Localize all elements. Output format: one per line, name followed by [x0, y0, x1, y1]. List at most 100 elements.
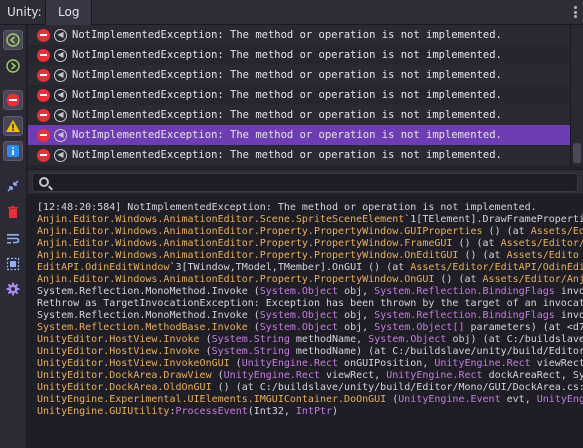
stack-trace-segment[interactable]: Assets/Editor/EditAPI/OdinEdit	[410, 262, 583, 273]
settings-button[interactable]	[3, 279, 23, 299]
log-entry[interactable]: ◀ NotImplementedException: The method or …	[28, 25, 570, 45]
stack-trace-segment[interactable]: Assets/Ed	[531, 226, 583, 237]
stack-trace-line: UnityEditor.DockArea.DrawView (UnityEngi…	[37, 370, 583, 382]
stack-trace-line: UnityEngine.GUIUtility:ProcessEvent(Int3…	[37, 406, 583, 418]
entries-scrollbar-thumb[interactable]	[573, 143, 581, 163]
stack-trace-segment: System.Object	[259, 322, 339, 333]
jump-to-source-icon[interactable]: ◀	[54, 88, 67, 102]
stack-trace-segment: viewRect,	[319, 370, 387, 381]
stack-trace-segment: (	[199, 334, 212, 345]
stack-trace-segment: viewRect	[530, 358, 583, 369]
search-field[interactable]	[32, 173, 578, 192]
stack-trace-segment: `3[TWindow,TModel,TMember].OnGUI () (at	[169, 262, 411, 273]
stack-trace-segment: obj,	[338, 310, 375, 321]
stack-trace-segment: Anjin.Editor.Windows.AnimationEditor.Sce…	[37, 214, 405, 225]
window-title: Unity:	[7, 5, 42, 19]
log-entry[interactable]: ◀ NotImplementedException: The method or …	[28, 105, 570, 125]
jump-to-source-icon[interactable]: ◀	[54, 148, 67, 162]
jump-to-source-icon[interactable]: ◀	[54, 48, 67, 62]
stack-trace-segment: System.Reflection.MonoMethod.Invoke (	[37, 310, 260, 321]
wrap-button[interactable]	[3, 228, 23, 248]
stack-trace-segment: UnityEngine.Experimental.UIElements.IMGU…	[37, 394, 387, 405]
log-entry[interactable]: ◀ NotImplementedException: The method or …	[28, 85, 570, 105]
jump-to-source-icon[interactable]: ◀	[54, 28, 67, 42]
stack-trace-segment: (Int32,	[247, 406, 296, 417]
toggle-errors-button[interactable]	[3, 90, 23, 110]
stack-trace-segment[interactable]: Assets/Editor/Anj	[483, 274, 583, 285]
collapse-icon	[7, 180, 19, 192]
entries-scrollbar[interactable]	[570, 25, 583, 166]
stack-trace-segment: ProcessEvent	[175, 406, 248, 417]
forward-button[interactable]	[3, 56, 23, 76]
log-entry[interactable]: ◀ NotImplementedException: The method or …	[28, 45, 570, 65]
search-input[interactable]	[55, 175, 570, 190]
stack-trace-segment: parameters) (at <d7	[464, 322, 583, 333]
stack-trace-segment: () (at	[434, 274, 483, 285]
tab-log[interactable]: Log	[45, 0, 93, 25]
more-menu-icon[interactable]	[571, 4, 579, 20]
stack-trace-segment: System.Object	[259, 286, 339, 297]
stack-trace-segment: UnityEditor.HostView.InvokeOnGUI	[37, 358, 230, 369]
collapse-button[interactable]	[3, 176, 23, 196]
log-entry-list[interactable]: ◀ NotImplementedException: The method or …	[28, 25, 570, 166]
stack-trace-segment: obj) (at C:/buildslave	[446, 334, 583, 345]
stack-trace-segment: UnityEng	[536, 394, 583, 405]
stack-trace-segment: UnityEngine.Event	[398, 394, 501, 405]
stack-trace-segment: () (at C:/buildslave/unity/build/Editor/…	[211, 382, 583, 393]
stack-trace-segment: System.Reflection.BindingFlags	[374, 310, 555, 321]
stack-trace-segment: methodName,	[289, 334, 369, 345]
back-button[interactable]	[3, 30, 23, 50]
sidebar-toolbar	[0, 25, 27, 448]
stack-trace-segment: UnityEngine.Rect	[223, 370, 320, 381]
warning-icon	[6, 120, 20, 132]
stack-trace-segment: obj,	[338, 322, 375, 333]
stack-trace-segment: IntPtr	[295, 406, 333, 417]
stack-trace-segment: () (at	[458, 250, 507, 261]
search-icon	[39, 177, 49, 187]
wrap-icon	[7, 234, 20, 244]
gear-icon	[6, 282, 20, 296]
stack-trace-line: System.Reflection.MonoMethod.Invoke ( Sys…	[37, 310, 583, 322]
error-icon	[37, 68, 50, 82]
log-detail-panel[interactable]: [12:48:20:584] NotImplementedException: …	[28, 196, 583, 448]
error-icon	[37, 88, 50, 102]
error-icon	[37, 28, 50, 42]
stack-trace-segment: (	[211, 370, 224, 381]
log-entry[interactable]: ◀ NotImplementedException: The method or …	[28, 125, 570, 145]
jump-to-source-icon[interactable]: ◀	[54, 68, 67, 82]
stack-trace-segment: System.String	[211, 334, 290, 345]
stack-trace-segment: UnityEditor.HostView.Invoke	[37, 346, 200, 357]
stack-trace-line: System.Reflection.MethodBase.Invoke (Sys…	[37, 322, 583, 334]
stack-trace-segment: UnityEditor.DockArea.DrawView	[37, 370, 212, 381]
stack-trace-line: UnityEditor.HostView.Invoke (System.Stri…	[37, 346, 583, 358]
stack-trace-segment: invo	[554, 310, 583, 321]
error-icon	[37, 108, 50, 122]
stack-trace-segment: UnityEditor.DockArea.OldOnGUI	[37, 382, 212, 393]
log-entry-text: NotImplementedException: The method or o…	[72, 129, 502, 141]
log-entry[interactable]: ◀ NotImplementedException: The method or …	[28, 145, 570, 165]
stack-trace-segment: [12:48:20:584] NotImplementedException: …	[37, 202, 537, 213]
trash-icon	[8, 205, 18, 218]
stack-trace-line: EditAPI.OdinEditWindow`3[TWindow,TModel,…	[37, 262, 583, 274]
stack-trace-segment[interactable]: Assets/Editor/	[501, 238, 583, 249]
log-entry[interactable]: ◀ NotImplementedException: The method or …	[28, 65, 570, 85]
arrow-left-icon	[6, 33, 20, 47]
jump-to-source-icon[interactable]: ◀	[54, 108, 67, 122]
search-bar	[28, 169, 583, 195]
stack-trace-segment[interactable]: Assets/Edito	[507, 250, 579, 261]
toggle-info-button[interactable]	[3, 141, 23, 161]
stack-trace-segment: UnityEngine.Rect	[241, 358, 339, 369]
stack-trace-segment: (	[199, 346, 212, 357]
filter-button[interactable]	[3, 254, 23, 274]
stack-trace-segment: (	[229, 358, 242, 369]
clear-button[interactable]	[3, 202, 23, 222]
filter-icon	[6, 257, 20, 271]
stack-trace-line: Rethrow as TargetInvocationException: Ex…	[37, 298, 583, 310]
error-icon	[6, 93, 20, 107]
stack-trace-segment: onGUIPosition,	[338, 358, 435, 369]
stack-trace-segment: System.Object	[368, 334, 447, 345]
stack-trace-segment: methodName) (at C:/buildslave/unity/buil…	[289, 346, 583, 357]
stack-trace-segment: obj,	[338, 286, 375, 297]
toggle-warnings-button[interactable]	[3, 116, 23, 136]
jump-to-source-icon[interactable]: ◀	[54, 128, 67, 142]
